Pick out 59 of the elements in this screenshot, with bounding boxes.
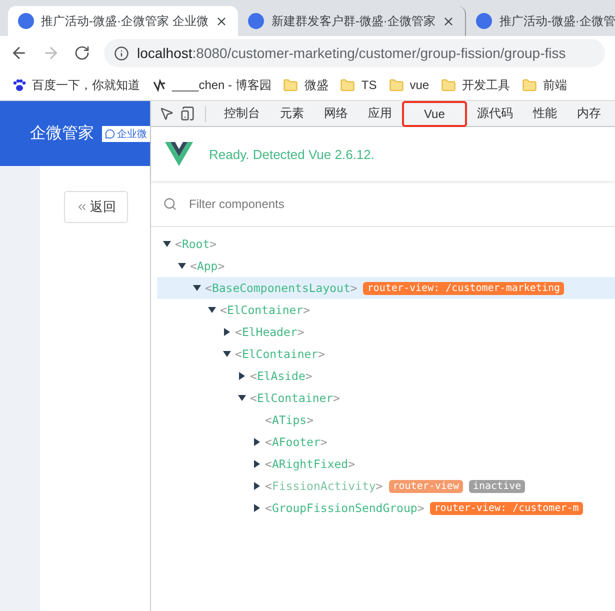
devtools-tab[interactable]: 控制台: [214, 100, 270, 126]
site-favicon-icon: [248, 13, 264, 29]
browser-tab[interactable]: 新建群发客户群-微盛·企微管家: [238, 6, 466, 36]
devtools-tab[interactable]: 内存: [566, 100, 611, 126]
close-icon[interactable]: [442, 14, 456, 28]
expanded-triangle-icon[interactable]: [238, 394, 246, 402]
filter-field[interactable]: Filter components: [187, 196, 615, 212]
paw-icon: [12, 78, 26, 92]
site-favicon-icon: [476, 13, 492, 29]
address-bar[interactable]: localhost:8080/customer-marketing/customer/group-fission/group-fiss: [104, 39, 605, 67]
expanded-triangle-icon[interactable]: [223, 350, 231, 358]
devtools-tab[interactable]: Vue: [402, 100, 467, 126]
collapsed-triangle-icon[interactable]: [223, 328, 231, 336]
double-chevron-left-icon: [76, 201, 88, 213]
logo-badge: 企业微: [102, 126, 150, 142]
router-view-tag: router-view: /customer-m: [430, 502, 583, 514]
search-icon: [163, 196, 177, 210]
folder-icon: [340, 78, 356, 92]
collapsed-triangle-icon[interactable]: [253, 438, 261, 446]
inspect-icon[interactable]: [159, 106, 174, 121]
bookmark[interactable]: ____chen - 博客园: [152, 76, 272, 94]
router-view-tag: router-view: /customer-marketing: [363, 282, 564, 294]
collapsed-triangle-icon[interactable]: [253, 482, 261, 490]
collapsed-triangle-icon[interactable]: [253, 504, 261, 512]
browser-tab[interactable]: 推广活动-微盛·企微管家 企业微: [8, 6, 238, 36]
folder-icon: [441, 78, 456, 92]
router-view-tag: router-view: [388, 480, 463, 492]
reload-icon[interactable]: [74, 45, 90, 61]
bookmark[interactable]: 开发工具: [441, 76, 510, 94]
folder-icon: [522, 78, 538, 92]
expanded-triangle-icon[interactable]: [193, 284, 201, 292]
devtools-tab[interactable]: 性能: [522, 100, 567, 126]
expanded-triangle-icon[interactable]: [163, 240, 171, 248]
status-message: Ready. Detected Vue 2.6.12.: [209, 146, 374, 162]
bookmark[interactable]: 百度一下，你就知道: [12, 76, 140, 94]
expanded-triangle-icon[interactable]: [208, 306, 216, 314]
scribble-icon: [152, 78, 166, 92]
devtools-tab[interactable]: 源代码: [466, 100, 523, 126]
status-tag: inactive: [468, 480, 526, 492]
bookmark[interactable]: 前端: [522, 76, 568, 94]
devtools-tab[interactable]: 网络: [314, 100, 358, 126]
collapsed-triangle-icon[interactable]: [253, 460, 261, 468]
device-icon[interactable]: [180, 106, 195, 121]
site-favicon-icon: [18, 13, 34, 29]
bookmark[interactable]: 微盛: [283, 76, 328, 94]
close-icon[interactable]: [215, 14, 228, 28]
folder-icon: [283, 78, 298, 92]
expanded-triangle-icon[interactable]: [178, 262, 186, 270]
devtools-tab[interactable]: 应用: [358, 100, 402, 126]
vue-logo-icon: [165, 142, 193, 166]
info-icon: [114, 46, 129, 60]
bookmark[interactable]: vue: [388, 78, 430, 92]
collapsed-triangle-icon[interactable]: [238, 372, 246, 380]
folder-icon: [388, 78, 404, 92]
back-button[interactable]: 返回: [64, 191, 128, 223]
app-logo-text: 企微管家: [30, 124, 94, 144]
devtools-tab[interactable]: 元素: [270, 100, 314, 126]
browser-tab[interactable]: 推广活动-微盛·企微管: [466, 6, 615, 36]
bookmark[interactable]: TS: [340, 78, 377, 92]
